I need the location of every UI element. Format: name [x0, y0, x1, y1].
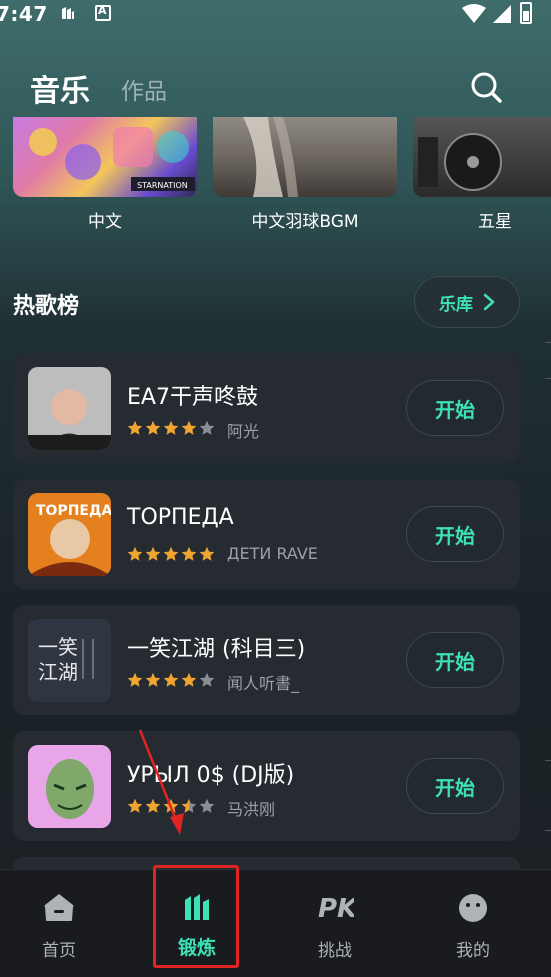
profile-icon — [459, 894, 487, 922]
song-rating — [127, 672, 215, 688]
star-icon — [181, 420, 197, 435]
notification-a-icon: A — [95, 4, 111, 21]
song-artist: 闻人听書_ — [227, 674, 300, 693]
playlist-card-label: 五星 — [478, 212, 512, 232]
tab-music[interactable]: 音乐 — [30, 66, 90, 110]
music-library-label: 乐库 — [439, 294, 473, 315]
svg-text:江湖: 江湖 — [38, 660, 78, 684]
song-row[interactable]: EA7干声咚鼓 阿光 开始 — [13, 353, 520, 463]
star-icon — [127, 546, 143, 561]
song-cover: ТОРПЕДА — [28, 493, 111, 576]
star-icon — [145, 546, 161, 561]
tab-works[interactable]: 作品 — [121, 72, 167, 106]
edge-divider — [545, 378, 551, 379]
nav-home[interactable]: 首页 — [4, 870, 114, 977]
song-cover — [28, 745, 111, 828]
song-artist: 阿光 — [227, 422, 260, 441]
edge-divider — [545, 760, 551, 761]
star-icon — [163, 420, 179, 435]
playlist-card[interactable]: 五星 — [413, 117, 551, 232]
playlist-card-label: 中文羽球BGM — [251, 212, 359, 232]
nav-challenge-label: 挑战 — [318, 941, 352, 961]
start-button[interactable]: 开始 — [406, 758, 504, 814]
start-button[interactable]: 开始 — [406, 380, 504, 436]
signal-icon — [493, 5, 511, 23]
playlist-cover — [413, 117, 551, 197]
star-icon — [199, 798, 215, 813]
playlist-cover: STARNATION — [13, 117, 197, 197]
song-row[interactable]: 一笑 江湖 一笑江湖 (科目三) 闻人听書_ 开始 — [13, 605, 520, 715]
song-cover — [28, 367, 111, 450]
music-library-button[interactable]: 乐库 — [414, 276, 520, 328]
status-time: 7:47 — [0, 2, 48, 26]
song-row[interactable]: УРЫЛ 0$ (DJ版) 马洪刚 开始 — [13, 731, 520, 841]
star-icon — [199, 546, 215, 561]
nav-profile[interactable]: 我的 — [418, 870, 528, 977]
hot-songs-title: 热歌榜 — [13, 294, 80, 319]
edge-divider — [545, 342, 551, 343]
song-artist: 马洪刚 — [227, 800, 276, 819]
battery-icon — [520, 2, 532, 24]
star-icon — [181, 546, 197, 561]
star-icon — [127, 420, 143, 435]
star-icon — [199, 672, 215, 687]
song-cover: 一笑 江湖 — [28, 619, 111, 702]
song-row[interactable]: ТОРПЕДА ТОРПЕДА ДЕТИ RAVE 开始 — [13, 479, 520, 589]
app-notification-icon — [62, 7, 74, 19]
edge-divider — [545, 830, 551, 831]
nav-home-label: 首页 — [42, 941, 76, 961]
svg-text:一笑: 一笑 — [38, 635, 78, 659]
song-artist: ДЕТИ RAVE — [227, 544, 318, 563]
annotation-arrow — [138, 729, 184, 835]
search-icon[interactable] — [469, 70, 503, 104]
wifi-icon — [462, 4, 486, 23]
star-icon — [163, 546, 179, 561]
svg-text:STARNATION: STARNATION — [137, 181, 188, 190]
song-rating — [127, 546, 215, 562]
playlist-card-label: 中文 — [88, 212, 122, 232]
star-icon — [199, 420, 215, 435]
start-button[interactable]: 开始 — [406, 632, 504, 688]
star-icon — [145, 672, 161, 687]
nav-challenge[interactable]: PK 挑战 — [280, 870, 390, 977]
song-title: 一笑江湖 (科目三) — [127, 637, 306, 662]
start-button[interactable]: 开始 — [406, 506, 504, 562]
status-bar: 7:47 A — [0, 0, 551, 28]
pk-icon: PK — [318, 894, 354, 922]
song-rating — [127, 420, 215, 436]
star-icon — [181, 672, 197, 687]
star-icon — [145, 420, 161, 435]
chevron-right-icon — [483, 293, 495, 311]
song-title: ТОРПЕДА — [127, 505, 234, 530]
bottom-nav: 首页 锻炼 PK 挑战 我的 — [0, 869, 551, 977]
playlist-card[interactable]: 中文羽球BGM — [213, 117, 397, 232]
playlist-cover — [213, 117, 397, 197]
svg-text:ТОРПЕДА: ТОРПЕДА — [36, 503, 111, 519]
star-icon — [127, 672, 143, 687]
svg-text:PK: PK — [318, 894, 354, 922]
playlist-card[interactable]: STARNATION 中文 — [13, 117, 197, 232]
playlist-carousel[interactable]: STARNATION 中文 中文羽球BGM 五星 — [0, 117, 551, 237]
star-icon — [163, 672, 179, 687]
song-title: EA7干声咚鼓 — [127, 385, 258, 410]
home-icon — [44, 894, 74, 921]
annotation-highlight-box — [153, 865, 239, 968]
nav-profile-label: 我的 — [456, 941, 490, 961]
